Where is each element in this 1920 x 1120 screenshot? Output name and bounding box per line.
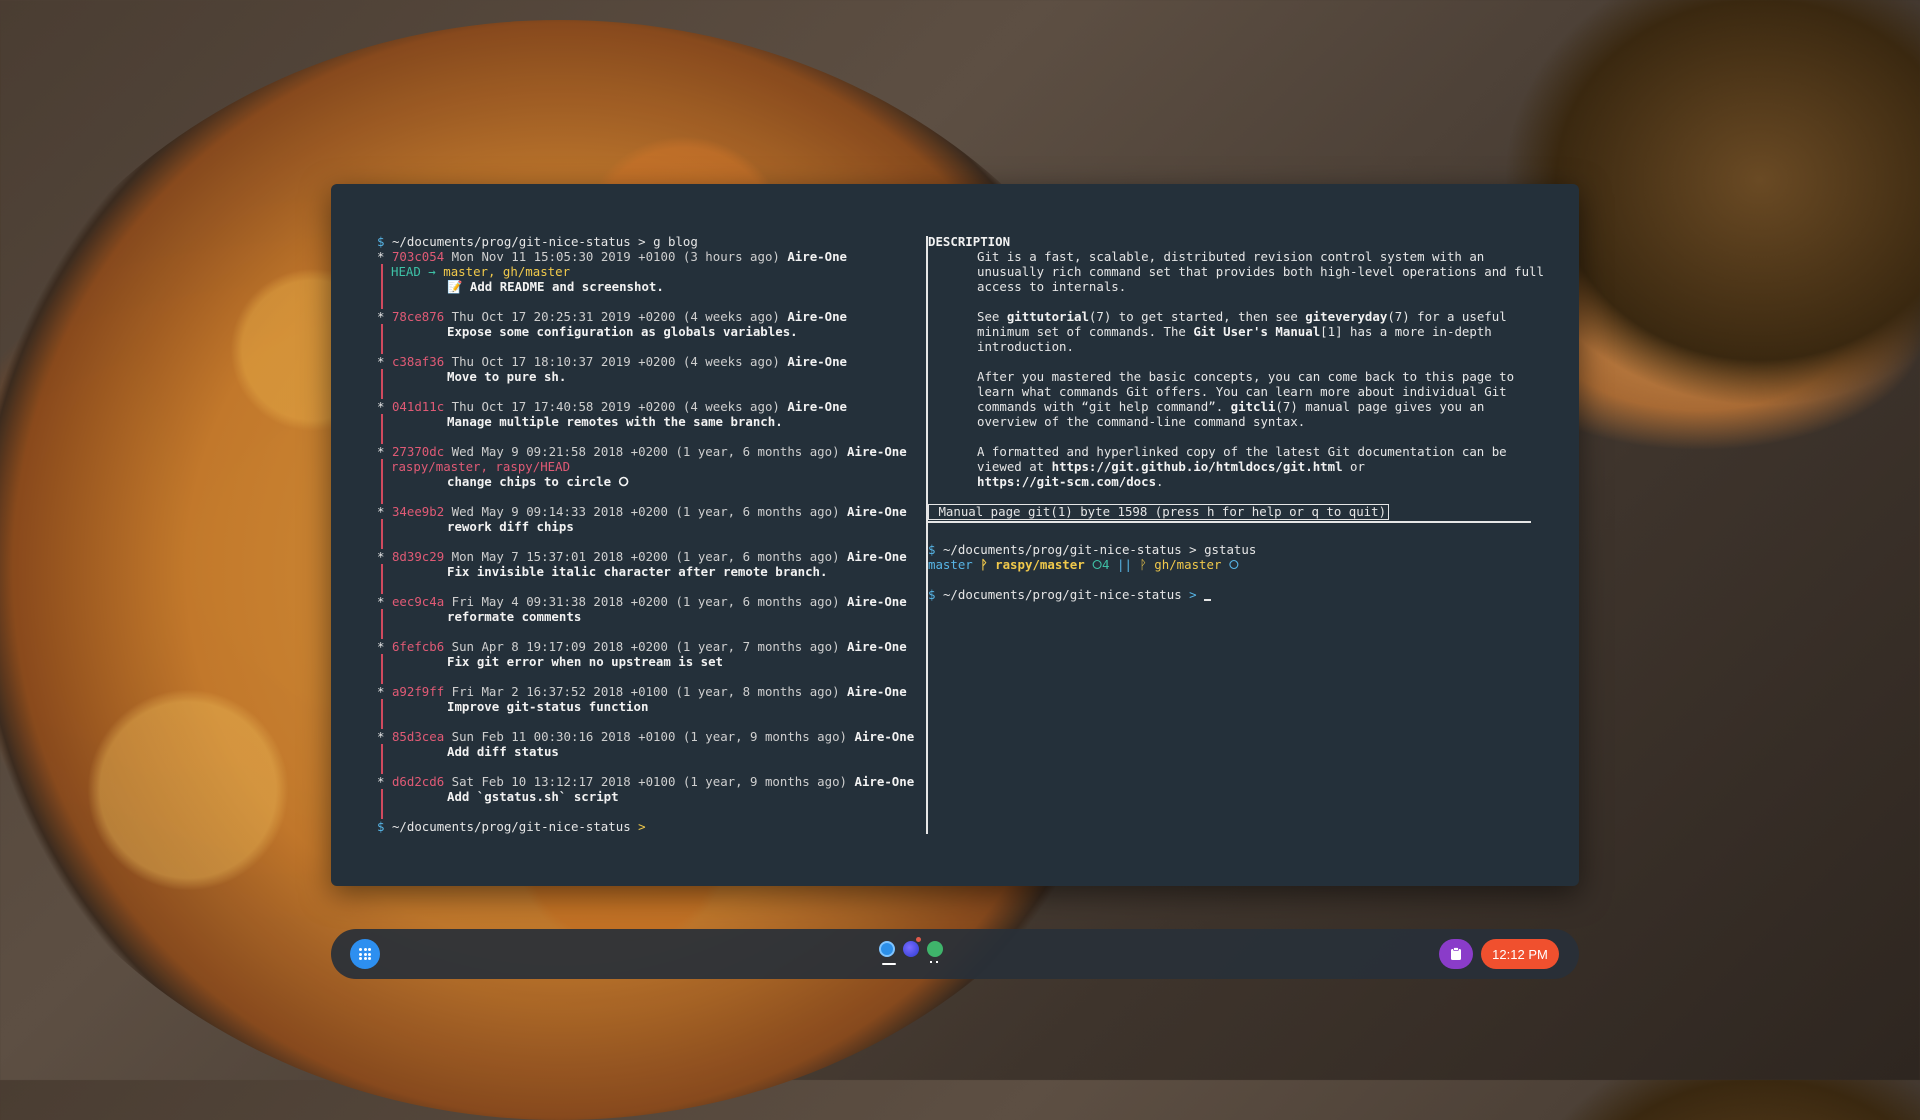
- graph-line: [381, 459, 383, 504]
- link-git-scm-docs[interactable]: https://git-scm.com/docs: [977, 474, 1156, 489]
- launcher-grid-icon: [359, 948, 371, 960]
- commit-hash[interactable]: 6fefcb6: [392, 639, 444, 654]
- commit-entry: * 8d39c29 Mon May 7 15:37:01 2018 +0200 …: [377, 549, 917, 594]
- man-heading: DESCRIPTION: [928, 234, 1011, 249]
- link-giteveryday[interactable]: giteveryday: [1305, 309, 1387, 324]
- commit-hash[interactable]: c38af36: [392, 354, 444, 369]
- graph-line: [381, 744, 383, 774]
- commit-entry: * 78ce876 Thu Oct 17 20:25:31 2019 +0200…: [377, 309, 917, 354]
- man-text-line: introduction.: [977, 339, 1074, 354]
- commit-hash[interactable]: d6d2cd6: [392, 774, 444, 789]
- app-launcher-button[interactable]: [350, 939, 380, 969]
- graph-line: [381, 264, 383, 309]
- commit-message: Expose some configuration as globals var…: [447, 324, 798, 339]
- commit-hash[interactable]: 85d3cea: [392, 729, 444, 744]
- text-cursor: [1204, 599, 1212, 601]
- link-gitcli[interactable]: gitcli: [1231, 399, 1276, 414]
- gstatus-output: master ᚹ raspy/master ⭘4 || ᚹ gh/master …: [928, 557, 1239, 572]
- graph-line: [381, 564, 383, 594]
- commit-message: 📝 Add README and screenshot.: [447, 279, 664, 294]
- commit-refs: raspy/master, raspy/HEAD: [391, 459, 571, 474]
- files-app-icon[interactable]: [879, 941, 896, 965]
- gstatus-command-line: $ ~/documents/prog/git-nice-status > gst…: [928, 542, 1257, 557]
- commit-entry: * a92f9ff Fri Mar 2 16:37:52 2018 +0100 …: [377, 684, 917, 729]
- terminal-app-icon[interactable]: [927, 941, 943, 963]
- commit-message: Fix invisible italic character after rem…: [447, 564, 828, 579]
- graph-line: [381, 654, 383, 684]
- man-text-line: overview of the command-line command syn…: [977, 414, 1306, 429]
- blog-command-line: $ ~/documents/prog/git-nice-status > g b…: [377, 234, 698, 249]
- graph-line: [381, 414, 383, 444]
- commit-hash[interactable]: 34ee9b2: [392, 504, 444, 519]
- branch-icon: ᚹ: [1139, 557, 1147, 572]
- terminal-pane-right[interactable]: DESCRIPTION Git is a fast, scalable, dis…: [928, 234, 1544, 602]
- man-text-line: viewed at https://git.github.io/htmldocs…: [977, 459, 1365, 474]
- notification-dot: [916, 937, 921, 942]
- graph-line: [381, 519, 383, 549]
- man-status-bar: Manual page git(1) byte 1598 (press h fo…: [928, 504, 1390, 520]
- graph-line: [381, 699, 383, 729]
- man-text-line: commands with “git help command”. gitcli…: [977, 399, 1485, 414]
- commit-refs: master, gh/master: [443, 264, 571, 279]
- terminal-pane-left[interactable]: $ ~/documents/prog/git-nice-status > g b…: [377, 234, 917, 834]
- commit-hash[interactable]: 27370dc: [392, 444, 444, 459]
- graph-line: [381, 369, 383, 399]
- clock-status-area[interactable]: 12:12 PM: [1481, 939, 1559, 969]
- commit-entry: * 85d3cea Sun Feb 11 00:30:16 2018 +0100…: [377, 729, 917, 774]
- commit-entry: * 27370dc Wed May 9 09:21:58 2018 +0200 …: [377, 444, 917, 504]
- browser-app-icon[interactable]: [903, 937, 921, 957]
- pinned-apps: [879, 937, 943, 969]
- commit-entry: * eec9c4a Fri May 4 09:31:38 2018 +0200 …: [377, 594, 917, 639]
- link-gittutorial[interactable]: gittutorial: [1007, 309, 1089, 324]
- man-text-line: See gittutorial(7) to get started, then …: [977, 309, 1507, 324]
- commit-message: Add diff status: [447, 744, 559, 759]
- commit-hash[interactable]: a92f9ff: [392, 684, 444, 699]
- commit-message: rework diff chips: [447, 519, 574, 534]
- commit-entry: * c38af36 Thu Oct 17 18:10:37 2019 +0200…: [377, 354, 917, 399]
- commit-hash[interactable]: eec9c4a: [392, 594, 444, 609]
- commit-message: reformate comments: [447, 609, 582, 624]
- graph-line: [381, 789, 383, 819]
- man-text-line: https://git-scm.com/docs.: [977, 474, 1164, 489]
- commit-entry: * d6d2cd6 Sat Feb 10 13:12:17 2018 +0100…: [377, 774, 917, 819]
- commit-entry: * 34ee9b2 Wed May 9 09:14:33 2018 +0200 …: [377, 504, 917, 549]
- commit-message: Manage multiple remotes with the same br…: [447, 414, 783, 429]
- commit-message: Improve git-status function: [447, 699, 649, 714]
- clipboard-icon: [1451, 947, 1461, 960]
- commit-hash[interactable]: 8d39c29: [392, 549, 444, 564]
- graph-line: [381, 324, 383, 354]
- commit-message: Move to pure sh.: [447, 369, 567, 384]
- link-htmldocs[interactable]: https://git.github.io/htmldocs/git.html: [1052, 459, 1343, 474]
- commit-message: change chips to circle ⭘: [447, 474, 629, 489]
- commit-message: Fix git error when no upstream is set: [447, 654, 724, 669]
- link-git-users-manual[interactable]: Git User's Manual: [1193, 324, 1320, 339]
- man-text-line: minimum set of commands. The Git User's …: [977, 324, 1492, 339]
- terminal-window[interactable]: $ ~/documents/prog/git-nice-status > g b…: [331, 184, 1579, 886]
- man-text-line: access to internals.: [977, 279, 1127, 294]
- shelf-taskbar: 12:12 PM: [331, 929, 1579, 979]
- commit-hash[interactable]: 703c054: [392, 249, 444, 264]
- man-text-line: A formatted and hyperlinked copy of the …: [977, 444, 1507, 459]
- commit-entry: * 041d11c Thu Oct 17 17:40:58 2019 +0200…: [377, 399, 917, 444]
- man-text-line: unusually rich command set that provides…: [977, 264, 1544, 279]
- man-text-line: learn what commands Git offers. You can …: [977, 384, 1507, 399]
- clipboard-tray-button[interactable]: [1439, 939, 1473, 969]
- commit-entry: * 703c054 Mon Nov 11 15:05:30 2019 +0100…: [377, 249, 917, 309]
- man-text-line: After you mastered the basic concepts, y…: [977, 369, 1515, 384]
- commit-hash[interactable]: 78ce876: [392, 309, 444, 324]
- graph-line: [381, 609, 383, 639]
- branch-icon: ᚹ: [980, 557, 988, 572]
- man-text-line: Git is a fast, scalable, distributed rev…: [977, 249, 1485, 264]
- blog-final-prompt: $ ~/documents/prog/git-nice-status >: [377, 819, 646, 834]
- active-prompt[interactable]: $ ~/documents/prog/git-nice-status >: [928, 587, 1538, 602]
- commit-hash[interactable]: 041d11c: [392, 399, 444, 414]
- commit-message: Add `gstatus.sh` script: [447, 789, 619, 804]
- commit-entry: * 6fefcb6 Sun Apr 8 19:17:09 2018 +0200 …: [377, 639, 917, 684]
